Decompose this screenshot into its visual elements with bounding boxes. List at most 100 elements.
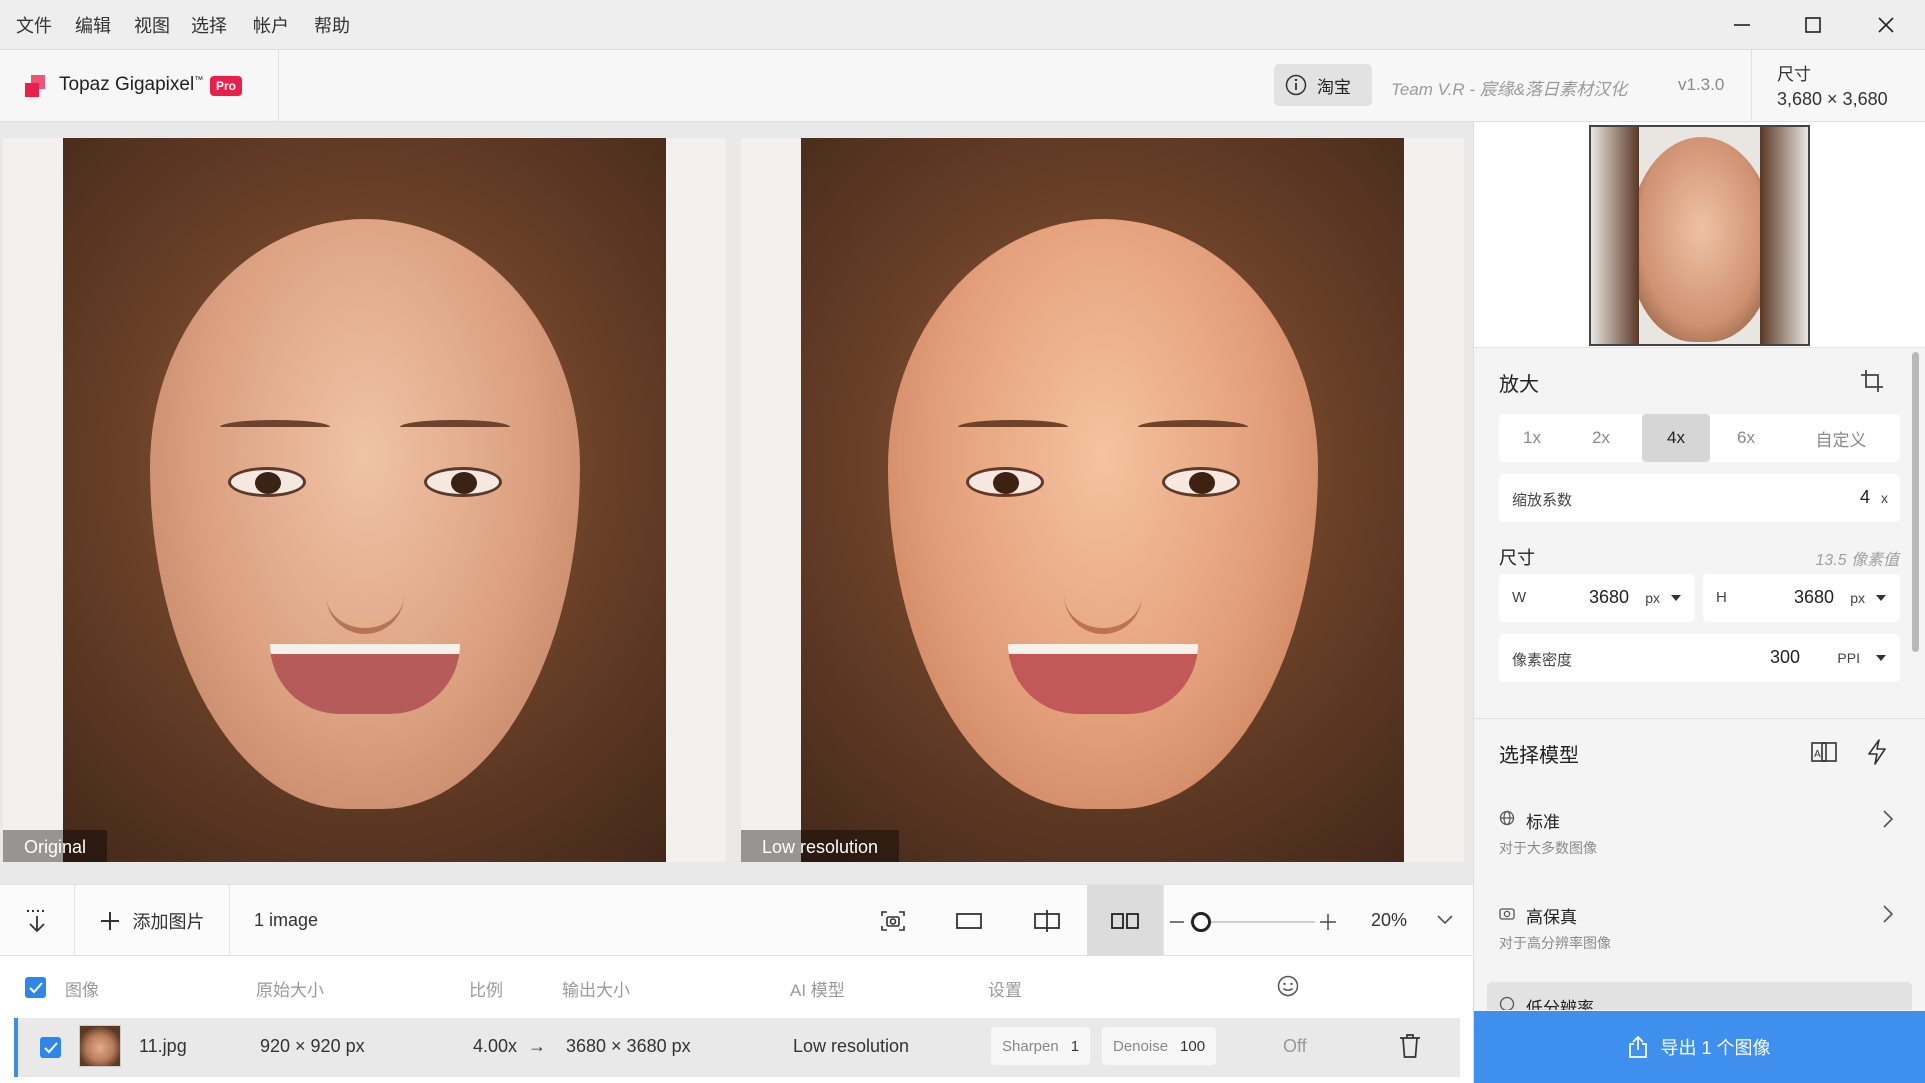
scale-ratio: 4.00x — [473, 1036, 518, 1056]
scale-factor-field[interactable]: 缩放系数 4 x — [1499, 474, 1900, 522]
width-unit-dropdown-icon[interactable] — [1671, 595, 1681, 601]
split-view-icon — [1034, 910, 1060, 932]
height-field[interactable]: H 3680 px — [1703, 574, 1900, 622]
model-high-fidelity-desc: 对于高分辨率图像 — [1499, 935, 1611, 951]
single-view-button[interactable] — [942, 885, 996, 957]
table-row[interactable]: 11.jpg 920 × 920 px 4.00x → 3680 × 3680 … — [14, 1018, 1460, 1077]
chevron-down-icon[interactable] — [1437, 915, 1453, 925]
trash-icon[interactable] — [1399, 1033, 1421, 1059]
sharpen-chip[interactable]: Sharpen 1 — [991, 1027, 1091, 1065]
model-standard[interactable]: 标准 对于大多数图像 — [1499, 808, 1899, 868]
scale-custom[interactable]: 自定义 — [1782, 414, 1900, 462]
screenshot-button[interactable] — [866, 885, 920, 957]
menu-select[interactable]: 选择 — [191, 12, 227, 38]
side-by-side-view-button[interactable] — [1087, 885, 1163, 957]
bottom-toolbar: 添加图片 1 image 20% — [0, 884, 1473, 957]
col-original-size: 原始大小 — [256, 981, 324, 1000]
denoise-chip[interactable]: Denoise 100 — [1102, 1027, 1217, 1065]
add-image-button[interactable]: 添加图片 — [74, 885, 229, 957]
face-recovery-status: Off — [1283, 1036, 1307, 1056]
scale-2x[interactable]: 2x — [1565, 414, 1637, 462]
height-unit-dropdown-icon[interactable] — [1876, 595, 1886, 601]
arrow-icon: → — [528, 1036, 546, 1056]
zoom-in-icon[interactable] — [1320, 914, 1336, 930]
image-list: 图像 原始大小 比例 输出大小 AI 模型 设置 11.jpg 920 × 92… — [0, 956, 1473, 1083]
info-button-label: 淘宝 — [1317, 77, 1351, 97]
menu-help[interactable]: 帮助 — [314, 12, 350, 38]
lightning-icon[interactable] — [1866, 738, 1888, 766]
original-preview[interactable]: Original — [3, 138, 726, 862]
col-settings: 设置 — [988, 981, 1022, 1000]
menu-edit[interactable]: 编辑 — [75, 12, 111, 38]
model-section-title: 选择模型 — [1499, 745, 1579, 767]
topaz-logo-icon — [25, 75, 45, 97]
sharpen-label: Sharpen — [1002, 1037, 1059, 1055]
pixel-density-value[interactable]: 300 — [1770, 647, 1800, 668]
camera-icon — [881, 911, 905, 931]
width-unit: px — [1645, 590, 1660, 606]
navigator-thumbnail[interactable] — [1589, 125, 1810, 346]
close-icon — [1878, 17, 1894, 33]
share-export-icon — [1629, 1036, 1648, 1058]
minimize-icon — [1734, 24, 1750, 26]
image-viewer: Original Low resolution — [0, 122, 1473, 885]
denoise-value: 100 — [1180, 1037, 1206, 1055]
version-label: v1.3.0 — [1678, 75, 1725, 94]
scale-4x[interactable]: 4x — [1642, 414, 1710, 462]
height-unit: px — [1850, 590, 1865, 606]
menu-file[interactable]: 文件 — [16, 12, 52, 38]
pro-badge: Pro — [210, 76, 243, 96]
low-res-icon — [1499, 996, 1515, 1010]
crop-icon[interactable] — [1860, 369, 1884, 393]
single-view-icon — [956, 913, 982, 929]
select-all-checkbox[interactable] — [25, 977, 46, 998]
app-name: Topaz Gigapixel™ — [59, 74, 204, 95]
zoom-slider-handle[interactable] — [1191, 912, 1211, 932]
maximize-button[interactable] — [1778, 0, 1848, 50]
scale-1x[interactable]: 1x — [1499, 414, 1565, 462]
model-compare-icon[interactable]: A — [1811, 740, 1837, 764]
export-button[interactable]: 导出 1 个图像 — [1474, 1011, 1925, 1083]
scale-factor-value[interactable]: 4 — [1860, 487, 1870, 508]
svg-text:A: A — [1814, 749, 1821, 760]
width-field[interactable]: W 3680 px — [1499, 574, 1695, 622]
col-output-size: 输出大小 — [562, 981, 630, 1000]
model-low-resolution[interactable]: 低分辨率 — [1487, 982, 1912, 1010]
scale-selector: 1x 2x 4x 6x 自定义 — [1499, 414, 1900, 462]
add-image-label: 添加图片 — [132, 912, 205, 932]
menu-view[interactable]: 视图 — [134, 12, 170, 38]
import-button[interactable] — [0, 885, 74, 957]
pixel-density-label: 像素密度 — [1512, 652, 1573, 669]
maximize-icon — [1805, 17, 1821, 33]
menu-bar: 文件 编辑 视图 选择 帐户 帮助 — [0, 0, 1925, 50]
split-view-button[interactable] — [1020, 885, 1074, 957]
taobao-info-button[interactable]: 淘宝 — [1274, 64, 1372, 106]
close-button[interactable] — [1851, 0, 1921, 50]
ai-model: Low resolution — [793, 1036, 910, 1056]
model-standard-name: 标准 — [1526, 813, 1560, 832]
row-checkbox[interactable] — [40, 1037, 61, 1058]
zoom-out-icon[interactable] — [1170, 920, 1184, 924]
model-high-fidelity[interactable]: 高保真 对于高分辨率图像 — [1499, 903, 1899, 963]
app-window: { "menubar": {"items": ["文件", "编辑", "视图"… — [0, 0, 1925, 1083]
model-high-fidelity-name: 高保真 — [1526, 908, 1577, 927]
globe-icon — [1499, 810, 1515, 826]
info-icon — [1285, 74, 1307, 96]
minimize-button[interactable] — [1707, 0, 1777, 50]
side-by-side-icon — [1111, 913, 1139, 929]
chevron-right-icon — [1883, 905, 1893, 923]
width-value[interactable]: 3680 — [1589, 587, 1629, 608]
scale-6x[interactable]: 6x — [1710, 414, 1782, 462]
pixel-density-field[interactable]: 像素密度 300 PPI — [1499, 634, 1900, 682]
size-label: 尺寸 — [1777, 65, 1811, 84]
panel-scrollbar[interactable] — [1912, 352, 1919, 652]
size-section-title: 尺寸 — [1499, 548, 1535, 568]
check-icon — [43, 1041, 58, 1053]
file-name: 11.jpg — [139, 1036, 187, 1056]
result-preview[interactable]: Low resolution — [741, 138, 1464, 862]
check-icon — [28, 981, 43, 993]
menu-account[interactable]: 帐户 — [253, 12, 289, 38]
height-value[interactable]: 3680 — [1794, 587, 1834, 608]
camera-icon — [1499, 908, 1515, 920]
density-unit-dropdown-icon[interactable] — [1876, 655, 1886, 661]
